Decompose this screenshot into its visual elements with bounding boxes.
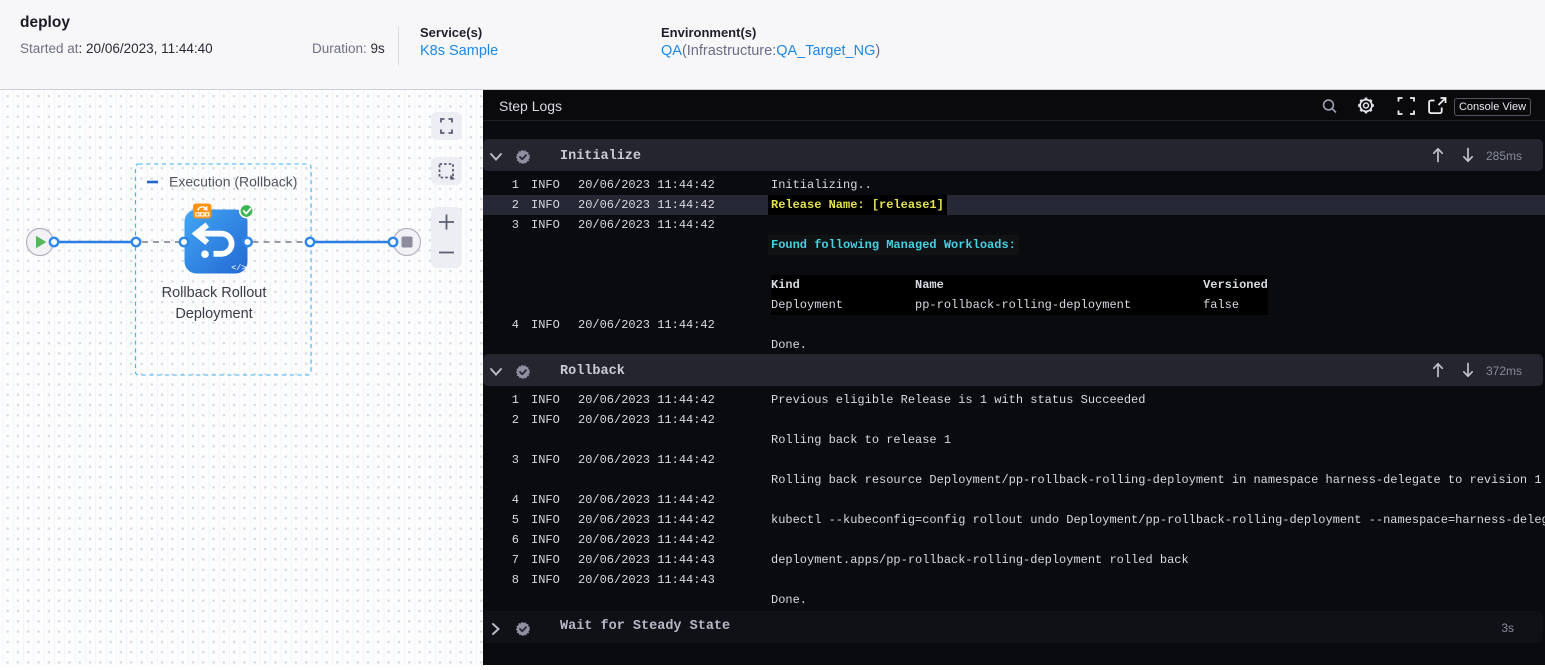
svg-text:Rollback Rollout: Rollback Rollout xyxy=(162,285,267,301)
svg-text:Deployment: Deployment xyxy=(175,306,252,322)
svg-text:</>: </> xyxy=(231,263,246,273)
svg-text:Execution (Rollback): Execution (Rollback) xyxy=(169,174,297,190)
